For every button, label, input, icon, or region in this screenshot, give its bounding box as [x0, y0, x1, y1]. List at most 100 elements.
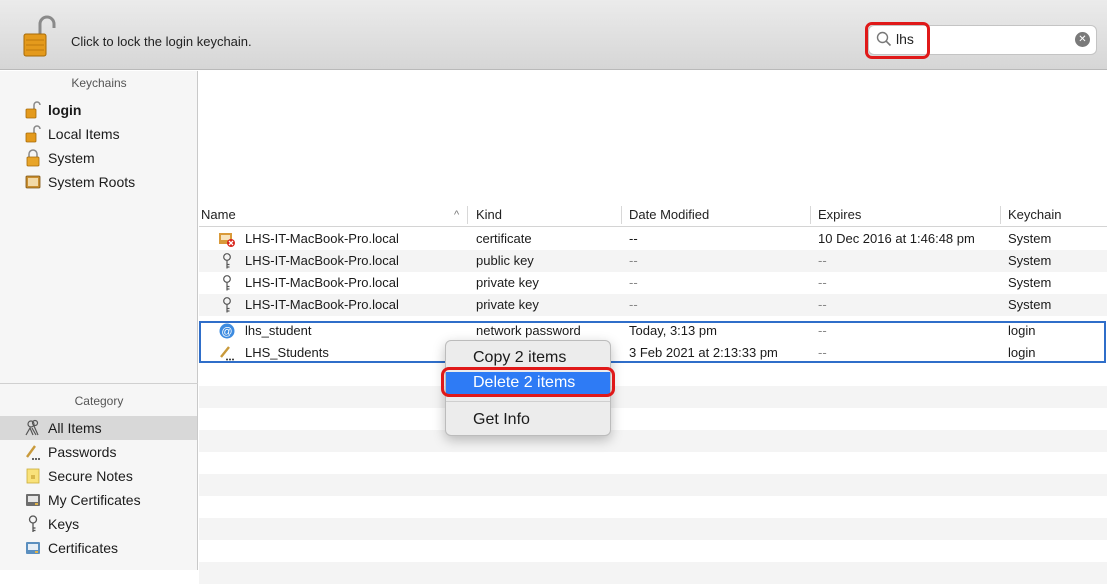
table-row[interactable]: LHS-IT-MacBook-Pro.local private key -- …: [199, 294, 1107, 316]
table-row[interactable]: LHS-IT-MacBook-Pro.local public key -- -…: [199, 250, 1107, 272]
cell-name: LHS-IT-MacBook-Pro.local: [245, 297, 399, 312]
cell-name: LHS-IT-MacBook-Pro.local: [245, 275, 399, 290]
cell-name: LHS-IT-MacBook-Pro.local: [245, 231, 399, 246]
sidebar-item-my-certificates[interactable]: My Certificates: [0, 488, 197, 512]
table-row[interactable]: LHS-IT-MacBook-Pro.local certificate -- …: [199, 228, 1107, 250]
cell-kind: private key: [476, 297, 539, 312]
key-icon: [25, 515, 41, 533]
pencil-dots-icon: [219, 345, 235, 361]
cell-date-modified: 3 Feb 2021 at 2:13:33 pm: [629, 345, 778, 360]
column-header-name[interactable]: Name: [201, 207, 236, 222]
cell-expires: --: [818, 253, 827, 268]
cell-keychain: login: [1008, 323, 1036, 338]
column-header-row: Name ^ Kind Date Modified Expires Keycha…: [199, 203, 1107, 227]
cell-date-modified: Today, 3:13 pm: [629, 323, 717, 338]
at-sign-icon: @: [219, 323, 235, 339]
sidebar-item-all-items[interactable]: All Items: [0, 416, 197, 440]
sidebar-item-system[interactable]: System: [0, 146, 197, 170]
column-header-expires[interactable]: Expires: [818, 207, 861, 222]
sidebar-item-passwords[interactable]: Passwords: [0, 440, 197, 464]
cell-kind: public key: [476, 253, 534, 268]
key-icon: [219, 253, 235, 269]
cell-name: lhs_student: [245, 323, 312, 338]
sidebar-item-keys[interactable]: Keys: [0, 512, 197, 536]
cell-date-modified: --: [629, 253, 638, 268]
clear-icon[interactable]: ✕: [1075, 32, 1090, 47]
cell-expires: --: [818, 275, 827, 290]
menu-item-label: Copy 2 items: [473, 349, 567, 366]
lock-message[interactable]: Click to lock the login keychain.: [71, 34, 252, 49]
pencil-dots-icon: [25, 443, 41, 461]
sidebar-item-label: System Roots: [48, 174, 136, 190]
menu-item-label: Get Info: [473, 411, 530, 428]
table-row[interactable]: LHS_Students 3 Feb 2021 at 2:13:33 pm --…: [199, 342, 1107, 364]
column-separator[interactable]: [810, 206, 811, 224]
unlocked-padlock-icon: [25, 101, 41, 119]
sort-ascending-icon[interactable]: ^: [454, 209, 459, 221]
cell-expires: 10 Dec 2016 at 1:46:48 pm: [818, 231, 975, 246]
sidebar: Keychains login Local Items System Syste…: [0, 71, 198, 570]
cell-name: LHS_Students: [245, 345, 329, 360]
cell-keychain: System: [1008, 231, 1052, 246]
sidebar-item-label: System: [48, 150, 95, 166]
cell-expires: --: [818, 323, 827, 338]
column-separator[interactable]: [1000, 206, 1001, 224]
unlocked-padlock-icon: [25, 125, 41, 143]
empty-row: [199, 518, 1107, 540]
sidebar-item-certificates[interactable]: Certificates: [0, 536, 197, 560]
sidebar-item-label: My Certificates: [48, 492, 141, 508]
search-annotation-highlight: [865, 22, 930, 59]
column-header-date-modified[interactable]: Date Modified: [629, 207, 709, 222]
unlocked-padlock-icon[interactable]: [22, 14, 56, 58]
note-icon: [25, 467, 41, 485]
cell-keychain: System: [1008, 275, 1052, 290]
category-header: Category: [74, 394, 124, 408]
cell-kind: certificate: [476, 231, 532, 246]
cell-date-modified: --: [629, 231, 638, 246]
menu-separator: [446, 401, 610, 402]
key-icon: [219, 275, 235, 291]
sidebar-item-system-roots[interactable]: System Roots: [0, 170, 197, 194]
toolbar: Click to lock the login keychain. ✕: [0, 0, 1107, 70]
items-list: Name ^ Kind Date Modified Expires Keycha…: [199, 71, 1107, 584]
sidebar-item-label: Keys: [48, 516, 80, 532]
svg-text:@: @: [221, 326, 232, 338]
sidebar-divider: [0, 383, 198, 384]
certificate-icon: [25, 539, 41, 557]
column-separator[interactable]: [467, 206, 468, 224]
sidebar-item-secure-notes[interactable]: Secure Notes: [0, 464, 197, 488]
cell-keychain: System: [1008, 297, 1052, 312]
table-row[interactable]: LHS-IT-MacBook-Pro.local private key -- …: [199, 272, 1107, 294]
sidebar-item-label: Certificates: [48, 540, 119, 556]
table-row[interactable]: @ lhs_student network password Today, 3:…: [199, 320, 1107, 342]
cabinet-icon: [25, 173, 41, 191]
cell-expires: --: [818, 345, 827, 360]
cell-keychain: System: [1008, 253, 1052, 268]
certificate-error-icon: [219, 231, 235, 247]
cell-kind: private key: [476, 275, 539, 290]
empty-row: [199, 562, 1107, 584]
cell-expires: --: [818, 297, 827, 312]
sidebar-item-local-items[interactable]: Local Items: [0, 122, 197, 146]
cell-name: LHS-IT-MacBook-Pro.local: [245, 253, 399, 268]
column-header-kind[interactable]: Kind: [476, 207, 502, 222]
empty-row: [199, 386, 1107, 408]
keychains-header: Keychains: [71, 76, 127, 90]
column-header-keychain[interactable]: Keychain: [1008, 207, 1061, 222]
cell-kind: network password: [476, 323, 581, 338]
sidebar-item-label: Passwords: [48, 444, 117, 460]
sidebar-item-label: Secure Notes: [48, 468, 133, 484]
sidebar-item-login[interactable]: login: [0, 98, 197, 122]
menu-item-get-info[interactable]: Get Info: [446, 409, 610, 431]
sidebar-item-label: login: [48, 102, 82, 118]
certificate-icon: [25, 491, 41, 509]
column-separator[interactable]: [621, 206, 622, 224]
cell-keychain: login: [1008, 345, 1036, 360]
cell-date-modified: --: [629, 275, 638, 290]
empty-row: [199, 474, 1107, 496]
delete-annotation-highlight: [441, 367, 615, 397]
sidebar-item-label: All Items: [48, 420, 102, 436]
cell-date-modified: --: [629, 297, 638, 312]
locked-padlock-icon: [25, 149, 41, 167]
menu-item-copy[interactable]: Copy 2 items: [446, 347, 610, 369]
